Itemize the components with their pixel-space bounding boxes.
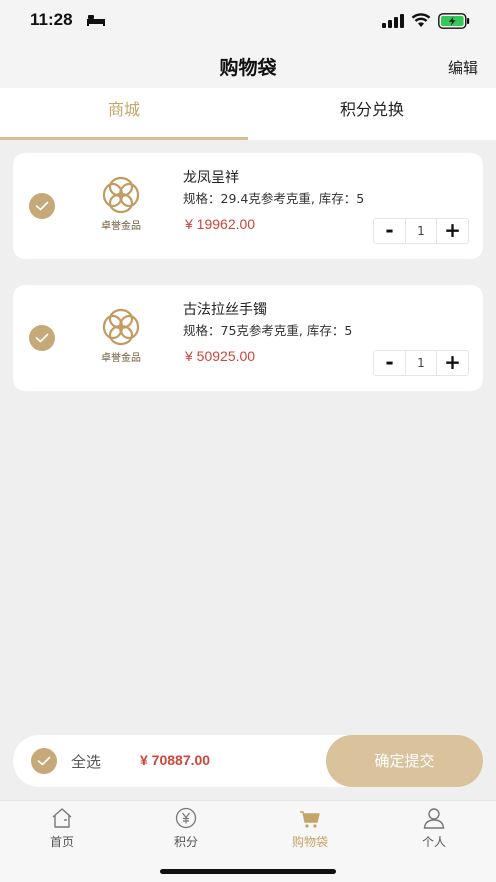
item-checkbox[interactable] xyxy=(29,325,55,351)
tab-points[interactable]: 积分 xyxy=(124,807,248,850)
tab-mall[interactable]: 商城 xyxy=(0,88,248,140)
tab-home[interactable]: 首页 xyxy=(0,807,124,850)
decrease-button[interactable]: - xyxy=(374,219,405,243)
check-icon xyxy=(35,201,49,211)
status-bar: 11:28 xyxy=(0,0,496,44)
quantity-stepper: - 1 + xyxy=(373,350,469,376)
logo-text: 卓誉金品 xyxy=(101,221,141,232)
check-icon xyxy=(37,756,51,766)
bed-icon xyxy=(87,15,105,26)
home-icon xyxy=(52,808,72,828)
yen-icon xyxy=(175,807,197,829)
tab-cart-label: 购物袋 xyxy=(291,835,328,849)
tab-home-label: 首页 xyxy=(49,835,74,849)
item-checkbox[interactable] xyxy=(29,193,55,219)
status-time: 11:28 xyxy=(30,10,73,29)
tab-cart[interactable]: 购物袋 xyxy=(248,807,372,850)
product-price: ¥ 19962.00 xyxy=(185,216,256,232)
select-all-checkbox[interactable] xyxy=(31,748,57,774)
product-price: ¥ 50925.00 xyxy=(185,348,256,364)
page-title: 购物袋 xyxy=(219,57,277,79)
tab-bar-top: 商城 积分兑换 xyxy=(0,88,496,140)
knot-logo-icon xyxy=(102,308,140,346)
tab-points-exchange[interactable]: 积分兑换 xyxy=(248,88,496,140)
wifi-icon xyxy=(411,13,431,27)
user-icon xyxy=(423,808,445,829)
product-name: 古法拉丝手镯 xyxy=(183,302,267,318)
tab-profile-label: 个人 xyxy=(421,835,446,849)
quantity-stepper: - 1 + xyxy=(373,218,469,244)
tab-active-indicator xyxy=(0,137,248,140)
cart-icon xyxy=(300,811,320,828)
logo-text: 卓誉金品 xyxy=(101,353,141,364)
battery-icon xyxy=(438,13,470,29)
cart-item: 卓誉金品 古法拉丝手镯 规格：75克参考克重, 库存：5 ¥ 50925.00 … xyxy=(13,285,483,391)
tab-mall-label: 商城 xyxy=(107,100,140,119)
select-all-label[interactable]: 全选 xyxy=(71,751,101,772)
product-logo: 卓誉金品 xyxy=(93,175,149,235)
nav-bar: 购物袋 编辑 xyxy=(0,44,496,88)
signal-icon xyxy=(382,14,404,28)
product-name: 龙凤呈祥 xyxy=(183,170,239,186)
submit-button[interactable]: 确定提交 xyxy=(326,735,483,787)
decrease-button[interactable]: - xyxy=(374,351,405,375)
increase-button[interactable]: + xyxy=(437,219,468,243)
product-spec: 规格：75克参考克重, 库存：5 xyxy=(183,323,353,338)
knot-logo-icon xyxy=(102,176,140,214)
check-icon xyxy=(35,333,49,343)
checkout-bar: 全选 ¥ 70887.00 确定提交 xyxy=(13,735,483,787)
tab-points-exchange-label: 积分兑换 xyxy=(339,100,404,119)
product-spec: 规格：29.4克参考克重, 库存：5 xyxy=(183,191,365,206)
home-indicator xyxy=(160,869,336,874)
quantity-value[interactable]: 1 xyxy=(405,219,437,243)
total-price: ¥ 70887.00 xyxy=(140,752,211,768)
tab-points-label: 积分 xyxy=(173,835,198,849)
quantity-value[interactable]: 1 xyxy=(405,351,437,375)
tab-profile[interactable]: 个人 xyxy=(372,807,496,850)
product-logo: 卓誉金品 xyxy=(93,307,149,367)
edit-button[interactable]: 编辑 xyxy=(448,57,478,78)
increase-button[interactable]: + xyxy=(437,351,468,375)
cart-item: 卓誉金品 龙凤呈祥 规格：29.4克参考克重, 库存：5 ¥ 19962.00 … xyxy=(13,153,483,259)
